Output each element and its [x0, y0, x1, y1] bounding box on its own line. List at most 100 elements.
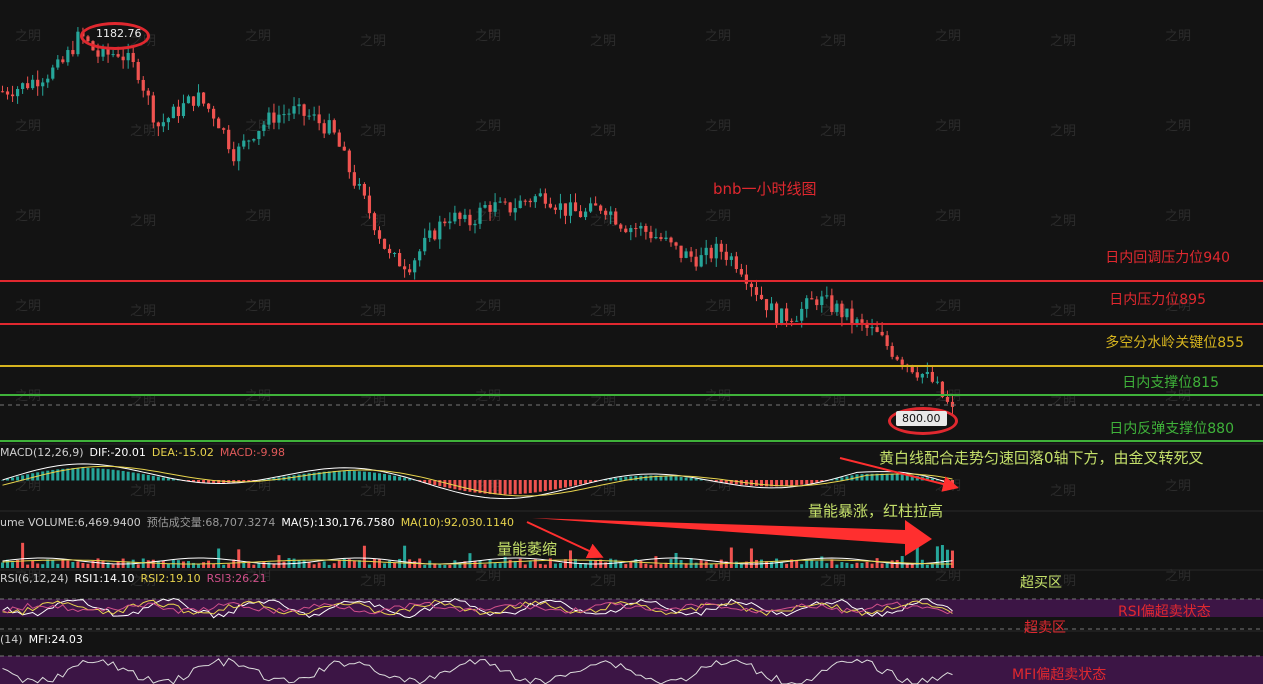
volume-bar — [468, 553, 472, 568]
candle-body — [649, 231, 653, 239]
volume-bar — [31, 560, 35, 568]
watermark: 之明 — [475, 299, 501, 314]
volume-bar — [212, 563, 216, 568]
volume-bar — [493, 562, 497, 568]
candle-body — [744, 274, 749, 284]
volume-label: ume VOLUME:6,469.9400 — [0, 516, 141, 529]
volume-bar — [111, 564, 115, 568]
macd-bar — [367, 472, 371, 481]
macd-bar — [96, 468, 100, 481]
watermark: 之明 — [935, 119, 961, 134]
candle-body — [257, 130, 261, 140]
macd-bar — [890, 473, 894, 481]
candle-body — [920, 373, 924, 378]
chart-title: bnb一小时线图 — [713, 180, 817, 198]
watermark: 之明 — [1050, 304, 1076, 319]
macd-bar — [614, 477, 618, 481]
macd-bar — [51, 469, 55, 481]
candle-body — [604, 210, 608, 215]
watermark: 之明 — [935, 299, 961, 314]
mfi-annotation: MFI偏超卖状态 — [1012, 667, 1107, 683]
candle-body — [15, 89, 20, 97]
watermark: 之明 — [245, 299, 271, 314]
macd-bar — [347, 470, 351, 481]
candle-body — [785, 308, 789, 321]
macd-bar — [151, 475, 155, 481]
watermark: 之明 — [245, 389, 271, 404]
macd-bar — [393, 475, 397, 481]
volume-bar — [749, 548, 753, 568]
candle-body — [418, 251, 422, 261]
volume-bar — [498, 563, 502, 568]
candle-body — [624, 228, 628, 233]
candle-body — [96, 50, 100, 57]
candle-body — [759, 294, 764, 300]
macd-bar — [156, 476, 160, 481]
volume-bar — [629, 561, 633, 568]
volume-bar — [166, 564, 170, 568]
rsi-overbought-label: 超买区 — [1020, 575, 1062, 591]
candle-body — [337, 132, 341, 147]
macd-bar — [568, 480, 572, 487]
volume-bar — [121, 558, 125, 568]
candle-body — [885, 335, 889, 347]
macd-bar — [131, 472, 135, 481]
candle-body — [408, 269, 412, 273]
macd-dea: DEA:-15.02 — [151, 446, 214, 459]
volume-bar — [197, 564, 201, 568]
volume-bar — [297, 560, 301, 568]
volume-bar — [855, 562, 859, 568]
candle-body — [614, 211, 618, 225]
candle-body — [840, 303, 844, 318]
candle-body — [222, 128, 226, 130]
candle-body — [463, 214, 467, 219]
candle-body — [448, 221, 452, 224]
watermark: 之明 — [15, 119, 41, 134]
candle-body — [805, 298, 809, 309]
candle-body — [563, 203, 568, 216]
candle-body — [267, 112, 271, 125]
macd-bar — [428, 480, 432, 484]
candle-body — [327, 120, 331, 134]
macd-dif: DIF:-20.01 — [89, 446, 146, 459]
macd-bar — [41, 471, 45, 481]
volume-bar — [885, 562, 889, 568]
volume-bar — [910, 563, 914, 568]
volume-bar — [393, 562, 397, 568]
watermark: 之明 — [590, 394, 616, 409]
watermark: 之明 — [360, 574, 386, 589]
volume-bar — [644, 563, 648, 568]
candle-body — [538, 193, 542, 197]
candle-body — [66, 50, 70, 63]
watermark: 之明 — [130, 214, 156, 229]
candle-body — [156, 122, 160, 127]
watermark: 之明 — [820, 34, 846, 49]
macd-bar — [503, 480, 507, 495]
watermark: 之明 — [245, 209, 271, 224]
candle-body — [588, 203, 593, 212]
candle-body — [769, 303, 774, 311]
watermark: 之明 — [15, 29, 41, 44]
candle-body — [357, 183, 361, 186]
volume-bar — [362, 545, 366, 568]
volume-bar — [86, 563, 90, 568]
candle-body — [176, 106, 181, 117]
candle-body — [10, 94, 15, 97]
candle-body — [619, 224, 623, 229]
volume-bar — [810, 560, 814, 568]
volume-bar — [383, 563, 387, 568]
macd-bar — [669, 476, 673, 481]
volume-bar — [925, 564, 929, 568]
candle-body — [704, 247, 708, 256]
volume-bar — [890, 560, 894, 568]
macd-bar — [584, 480, 588, 484]
candle-body — [196, 92, 201, 106]
candle-body — [473, 223, 477, 226]
watermark: 之明 — [475, 389, 501, 404]
macd-bar — [548, 480, 552, 491]
candle-body — [890, 346, 894, 357]
macd-bar — [362, 471, 366, 481]
volume-bar — [880, 563, 884, 568]
volume-bar — [473, 560, 477, 568]
macd-bar — [513, 480, 517, 495]
